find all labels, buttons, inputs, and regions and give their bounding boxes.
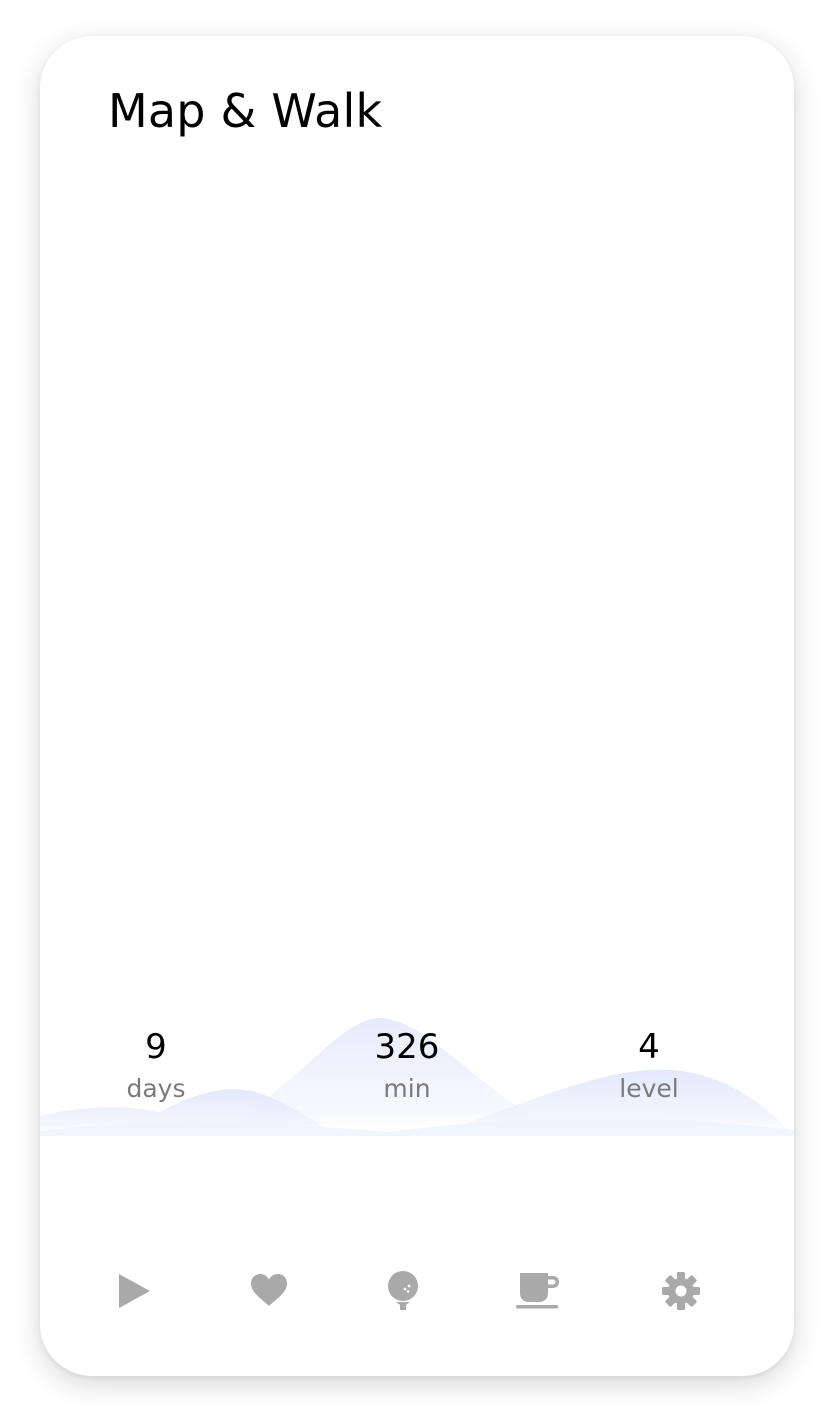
stat-label: level: [619, 1074, 679, 1103]
stat-level: 4 level: [569, 1024, 729, 1106]
tab-settings[interactable]: [644, 1254, 718, 1328]
tab-golf[interactable]: [366, 1254, 440, 1328]
stats-row: 9 days 326 min 4 level: [40, 1024, 794, 1114]
stat-label: days: [126, 1074, 186, 1103]
stat-minutes: 326 min: [327, 1024, 487, 1106]
tab-play[interactable]: [97, 1254, 171, 1328]
app-title: Map & Walk: [108, 84, 383, 138]
stat-days: 9 days: [76, 1024, 236, 1106]
play-icon: [119, 1274, 150, 1308]
tab-favorites[interactable]: [232, 1254, 306, 1328]
gear-icon: [662, 1272, 700, 1310]
app-screen: Map & Walk 9 days 326 min 4 level: [40, 36, 794, 1376]
heart-icon: [251, 1274, 287, 1306]
tab-coffee[interactable]: [501, 1254, 575, 1328]
stat-label: min: [383, 1074, 431, 1103]
stat-value: 326: [374, 1027, 440, 1067]
stat-value: 9: [145, 1027, 167, 1067]
stat-value: 4: [638, 1027, 660, 1067]
golf-ball-icon: [388, 1271, 418, 1310]
coffee-cup-icon: [516, 1273, 559, 1309]
bottom-tab-bar: [40, 1254, 794, 1328]
